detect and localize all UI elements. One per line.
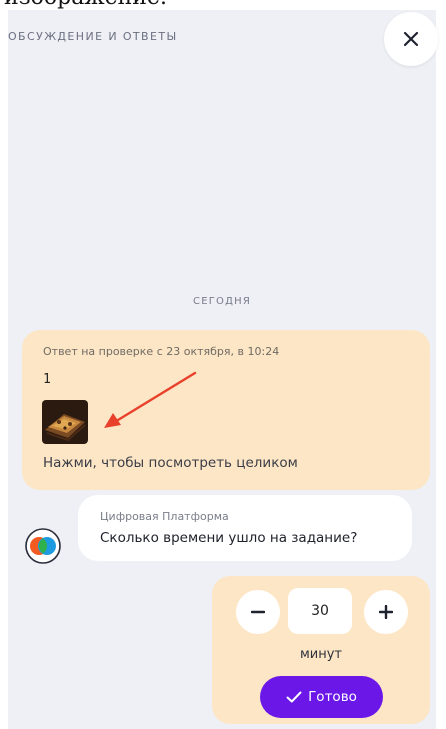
- date-separator: СЕГОДНЯ: [193, 296, 251, 307]
- close-button[interactable]: [384, 12, 438, 66]
- food-photo: [42, 400, 88, 444]
- view-full-link[interactable]: Нажми, чтобы посмотреть целиком: [43, 455, 298, 471]
- answer-text: 1: [43, 372, 51, 387]
- minus-icon: [251, 610, 265, 614]
- decrement-button[interactable]: [236, 590, 280, 634]
- attachment-thumbnail[interactable]: [42, 400, 88, 444]
- checkmark-icon: [286, 691, 302, 703]
- close-icon: [403, 31, 419, 47]
- top-caption: изображение.: [0, 0, 446, 10]
- sender-name: Цифровая Платформа: [100, 510, 229, 523]
- minutes-input[interactable]: [288, 588, 352, 634]
- time-spent-form: минут Готово: [212, 576, 430, 724]
- done-button[interactable]: Готово: [260, 676, 383, 718]
- platform-avatar: [24, 527, 62, 565]
- done-button-label: Готово: [308, 689, 357, 705]
- minutes-unit-label: минут: [299, 647, 343, 662]
- answer-message: Ответ на проверке с 23 октября, в 10:24 …: [22, 330, 430, 490]
- panel-title: ОБСУЖДЕНИЕ И ОТВЕТЫ: [8, 30, 178, 43]
- plus-icon: [379, 605, 393, 619]
- discussion-panel: ОБСУЖДЕНИЕ И ОТВЕТЫ СЕГОДНЯ Ответ на про…: [8, 10, 438, 729]
- message-text: Сколько времени ушло на задание?: [100, 530, 358, 546]
- answer-status: Ответ на проверке с 23 октября, в 10:24: [43, 345, 280, 358]
- platform-logo-icon: [25, 528, 61, 564]
- bot-message: Цифровая Платформа Сколько времени ушло …: [78, 495, 412, 561]
- increment-button[interactable]: [364, 590, 408, 634]
